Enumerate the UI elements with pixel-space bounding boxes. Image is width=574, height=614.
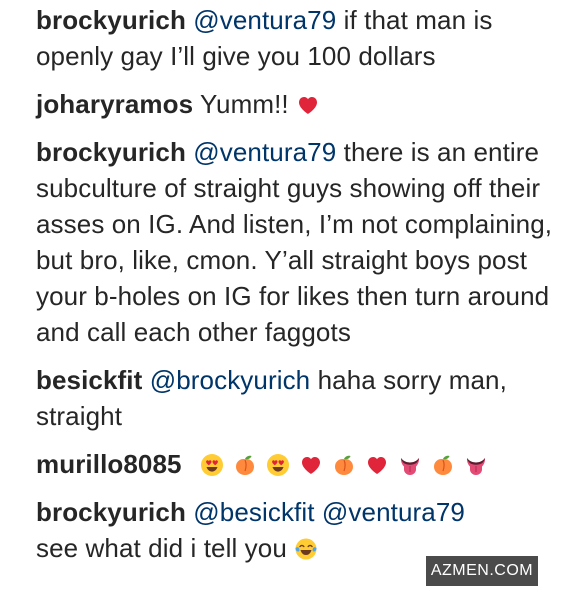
comment-text: see what did i tell you bbox=[36, 533, 295, 563]
comment-mention[interactable]: @ventura79 bbox=[193, 137, 336, 167]
comment: brockyurich @ventura79 there is an entir… bbox=[36, 134, 556, 350]
red-heart-icon bbox=[365, 453, 389, 477]
comment: besickfit @brockyurich haha sorry man, s… bbox=[36, 362, 556, 434]
red-heart-icon bbox=[296, 93, 320, 117]
comment-mention[interactable]: @ventura79 bbox=[193, 5, 336, 35]
red-heart-icon bbox=[299, 453, 323, 477]
comment-mention[interactable]: @brockyurich bbox=[150, 365, 311, 395]
peach-icon bbox=[332, 453, 356, 477]
comment-username[interactable]: brockyurich bbox=[36, 137, 186, 167]
comment-mention[interactable]: @ventura79 bbox=[322, 497, 465, 527]
comment-text: there is an entire subculture of straigh… bbox=[36, 137, 553, 347]
comment-username[interactable]: brockyurich bbox=[36, 5, 186, 35]
comment-text: Yumm!! bbox=[193, 89, 297, 119]
comment: joharyramos Yumm!! bbox=[36, 86, 556, 122]
comment-mention[interactable]: @besickfit bbox=[193, 497, 314, 527]
comment: murillo8085 bbox=[36, 446, 556, 482]
site-watermark: AZMEN.COM bbox=[426, 556, 538, 586]
comment-username[interactable]: besickfit bbox=[36, 365, 142, 395]
peach-icon bbox=[233, 453, 257, 477]
heart-eyes-icon bbox=[266, 453, 290, 477]
comment-username[interactable]: joharyramos bbox=[36, 89, 193, 119]
tears-of-joy-icon bbox=[294, 537, 318, 561]
comment-username[interactable]: murillo8085 bbox=[36, 449, 182, 479]
tongue-icon bbox=[398, 453, 422, 477]
tongue-icon bbox=[464, 453, 488, 477]
comment: brockyurich @ventura79 if that man is op… bbox=[36, 2, 556, 74]
comment-username[interactable]: brockyurich bbox=[36, 497, 186, 527]
heart-eyes-icon bbox=[200, 453, 224, 477]
comment-list: brockyurich @ventura79 if that man is op… bbox=[36, 2, 556, 566]
peach-icon bbox=[431, 453, 455, 477]
